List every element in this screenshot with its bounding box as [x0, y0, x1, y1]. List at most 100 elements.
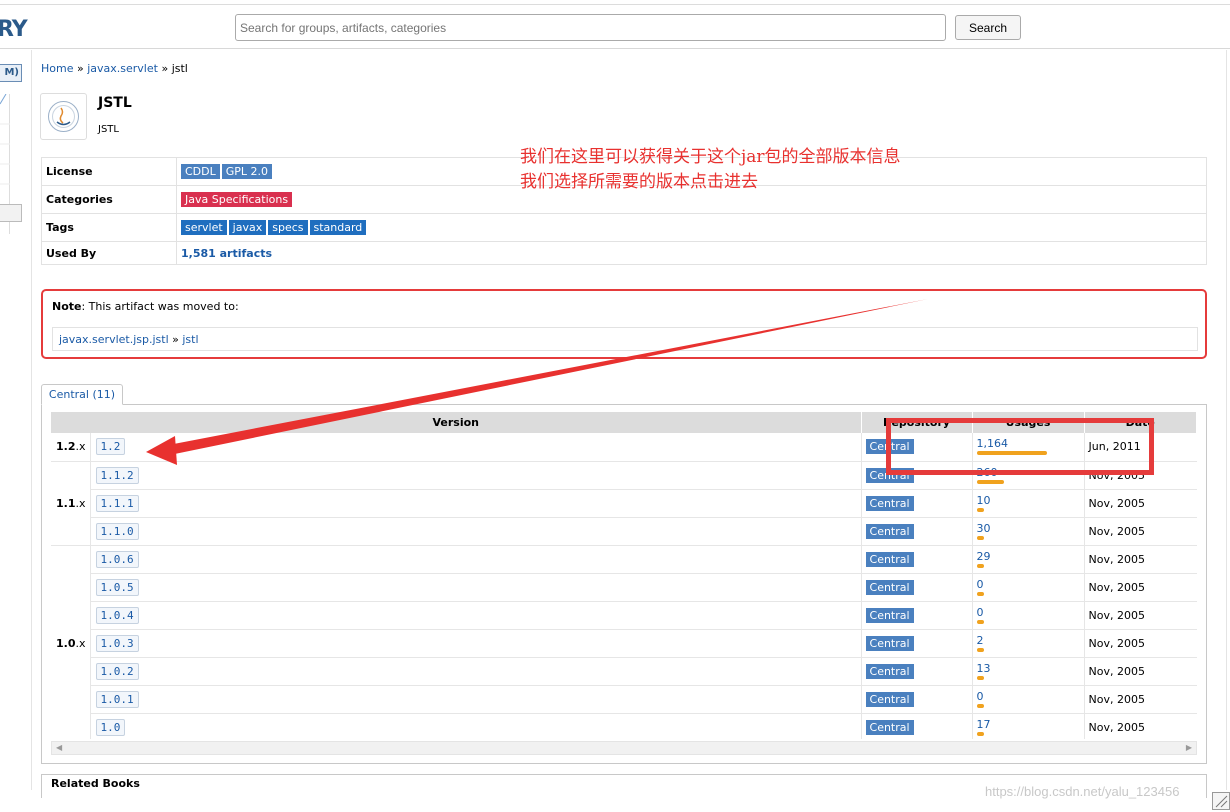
date-cell: Nov, 2005 [1083, 517, 1197, 546]
header-date: Date [1084, 412, 1197, 433]
table-row: 1.0.x 1.0.6 Central 29 Nov, 2005 [51, 545, 1197, 739]
repository-cell: Central [860, 713, 973, 739]
version-cell: 1.0.1 [89, 685, 862, 714]
version-link[interactable]: 1.0.5 [95, 578, 139, 596]
usages-cell: 29 [971, 545, 1085, 574]
repository-badge[interactable]: Central [865, 663, 914, 679]
version-link[interactable]: 1.1.0 [95, 522, 139, 540]
table-row: 1.1.x 1.1.2 Central 260 Nov, 2005 [51, 461, 1197, 546]
breadcrumb-home[interactable]: Home [41, 62, 73, 75]
tab-central[interactable]: Central (11) [41, 384, 123, 405]
version-link[interactable]: 1.0.1 [95, 690, 139, 708]
repository-badge[interactable]: Central [865, 551, 914, 567]
usages-link[interactable]: 17 [977, 718, 1080, 731]
usages-cell: 2 [971, 629, 1085, 658]
breadcrumb-separator: » [161, 62, 169, 75]
version-link[interactable]: 1.0.4 [95, 606, 139, 624]
license-tag[interactable]: GPL 2.0 [221, 164, 273, 179]
table-row: 1.1.0 Central 30 Nov, 2005 [51, 517, 1197, 546]
table-row: 1.0.2 Central 13 Nov, 2005 [51, 657, 1197, 686]
repository-badge[interactable]: Central [865, 607, 914, 623]
version-link[interactable]: 1.2 [95, 438, 126, 456]
site-logo[interactable]: RY [0, 17, 28, 42]
usages-link[interactable]: 29 [977, 550, 1080, 563]
license-tag[interactable]: CDDL [181, 164, 220, 179]
repository-cell: Central [860, 657, 973, 686]
date-cell: Nov, 2005 [1083, 657, 1197, 686]
version-group-major: 1.2 [56, 440, 76, 454]
usages-cell: 10 [971, 489, 1085, 518]
version-link[interactable]: 1.1.1 [95, 494, 139, 512]
usages-link[interactable]: 13 [977, 662, 1080, 675]
usages-link[interactable]: 10 [977, 494, 1080, 507]
version-group-suffix: .x [75, 496, 86, 510]
usage-bar [976, 479, 1004, 484]
table-row: 1.2.x 1.2 Central 1,164 Jun, 2011 [51, 433, 1197, 462]
repository-badge[interactable]: Central [865, 719, 914, 735]
usages-cell: 260 [971, 461, 1085, 490]
usages-link[interactable]: 30 [977, 522, 1080, 535]
version-cell: 1.0.4 [89, 601, 862, 630]
version-group-label: 1.0.x [51, 545, 91, 739]
sidebar-button[interactable]: M) [0, 64, 22, 82]
note-label: Note [52, 300, 82, 313]
header-repository: Repository [861, 412, 973, 433]
repository-badge[interactable]: Central [865, 495, 914, 511]
usages-link[interactable]: 2 [977, 634, 1080, 647]
table-row: 1.0.1 Central 0 Nov, 2005 [51, 685, 1197, 714]
category-tag[interactable]: Java Specifications [181, 192, 293, 207]
tags-row: Tags servlet javax specs standard [41, 213, 1207, 242]
tag-javax[interactable]: javax [228, 220, 267, 235]
usages-cell: 30 [971, 517, 1085, 546]
sidebar-button-2[interactable] [0, 204, 22, 222]
repository-cell: Central [860, 685, 973, 714]
version-link[interactable]: 1.1.2 [95, 466, 139, 484]
version-group-label: 1.1.x [51, 461, 91, 546]
used-by-link[interactable]: 1,581 artifacts [181, 247, 272, 260]
usages-link[interactable]: 1,164 [977, 438, 1080, 450]
versions-table: Version Repository Usages Date 1.2.x 1.2 C… [51, 412, 1197, 739]
table-row: 1.0 Central 17 Nov, 2005 [51, 713, 1197, 739]
triangle-left-icon[interactable]: ◀ [56, 743, 62, 752]
version-cell: 1.1.0 [89, 517, 862, 546]
usages-cell: 0 [971, 601, 1085, 630]
page-subtitle: JSTL [98, 124, 119, 135]
date-cell: Nov, 2005 [1083, 545, 1197, 574]
version-cell: 1.1.1 [89, 489, 862, 518]
version-link[interactable]: 1.0.2 [95, 662, 139, 680]
triangle-right-icon[interactable]: ▶ [1186, 743, 1192, 752]
usages-link[interactable]: 0 [977, 690, 1080, 703]
repository-badge[interactable]: Central [865, 467, 914, 483]
version-cell: 1.0.3 [89, 629, 862, 658]
version-link[interactable]: 1.0 [95, 718, 126, 736]
usages-link[interactable]: 260 [977, 466, 1080, 479]
usages-link[interactable]: 0 [977, 578, 1080, 591]
repository-badge[interactable]: Central [865, 439, 914, 455]
relocation-note: Note: This artifact was moved to: javax.… [41, 289, 1207, 359]
version-cell: 1.2 [89, 433, 862, 462]
search-input[interactable] [235, 14, 946, 41]
version-cell: 1.0.5 [89, 573, 862, 602]
breadcrumb-group[interactable]: javax.servlet [87, 62, 158, 75]
tag-standard[interactable]: standard [309, 220, 367, 235]
usage-bar [976, 675, 984, 680]
repository-cell: Central [860, 461, 973, 490]
note-link-group[interactable]: javax.servlet.jsp.jstl [59, 333, 169, 346]
version-link[interactable]: 1.0.6 [95, 550, 139, 568]
search-button[interactable]: Search [955, 15, 1021, 40]
tag-specs[interactable]: specs [268, 220, 308, 235]
version-link[interactable]: 1.0.3 [95, 634, 139, 652]
usages-link[interactable]: 0 [977, 606, 1080, 619]
tag-servlet[interactable]: servlet [181, 220, 227, 235]
header-usages: Usages [972, 412, 1085, 433]
note-link-artifact[interactable]: jstl [182, 333, 198, 346]
repository-badge[interactable]: Central [865, 635, 914, 651]
usage-bar [976, 507, 984, 512]
repository-cell: Central [860, 433, 973, 462]
repository-badge[interactable]: Central [865, 691, 914, 707]
repository-badge[interactable]: Central [865, 523, 914, 539]
horizontal-scrollbar[interactable]: ◀ ▶ [51, 741, 1197, 755]
tags-label: Tags [41, 213, 177, 242]
repository-badge[interactable]: Central [865, 579, 914, 595]
usage-bar [976, 591, 984, 596]
